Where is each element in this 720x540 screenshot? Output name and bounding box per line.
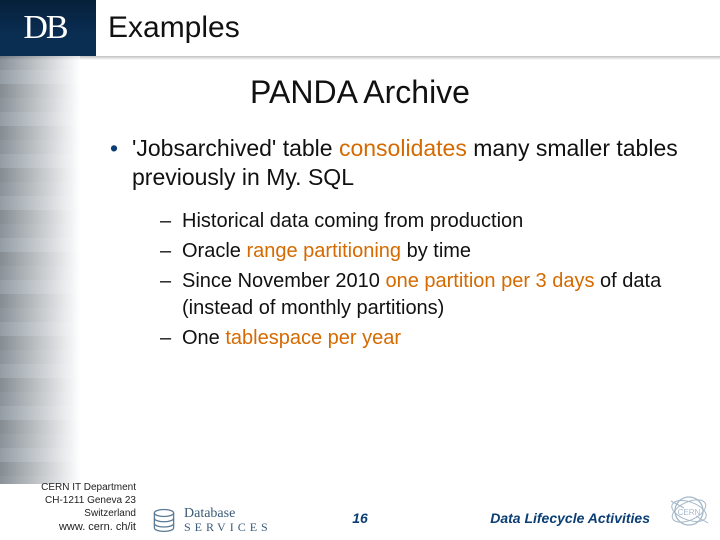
cern-logo-icon: CERN: [668, 490, 710, 532]
sub-text-pre: One: [182, 327, 225, 349]
sub-bullet-list: Historical data coming from production O…: [160, 208, 690, 352]
dbserv-line2: SERVICES: [184, 521, 272, 533]
address-line: CH-1211 Geneva 23: [6, 494, 136, 507]
db-logo: DB: [0, 0, 90, 56]
address-line: Switzerland: [6, 507, 136, 520]
sub-text: Historical data coming from production: [182, 210, 523, 232]
server-rack-photo: [0, 56, 80, 484]
sub-text-accent: tablespace per year: [225, 327, 401, 349]
dbserv-line1: Database: [184, 507, 272, 521]
address-url: www. cern. ch/it: [6, 520, 136, 534]
slide-topic: Examples: [96, 0, 720, 56]
bullet-list: 'Jobsarchived' table consolidates many s…: [110, 134, 690, 355]
it-text: IT: [690, 2, 712, 27]
sub-text-post: by time: [401, 240, 471, 262]
department-text: Department: [639, 28, 712, 43]
address-block: CERN IT Department CH-1211 Geneva 23 Swi…: [6, 481, 136, 534]
footer: CERN IT Department CH-1211 Geneva 23 Swi…: [0, 484, 720, 540]
sub-text-accent: range partitioning: [246, 240, 401, 262]
cern-it-logo: CERNIT Department: [639, 4, 712, 43]
svg-text:CERN: CERN: [678, 508, 701, 517]
deck-title: Data Lifecycle Activities: [490, 510, 650, 526]
database-icon: [150, 506, 178, 534]
bullet-text-pre: 'Jobsarchived' table: [132, 135, 339, 161]
address-line: CERN IT Department: [6, 481, 136, 494]
list-item: Historical data coming from production: [160, 208, 690, 235]
sub-text-accent: one partition per 3 days: [385, 270, 594, 292]
list-item: 'Jobsarchived' table consolidates many s…: [110, 134, 690, 352]
bullet-text-accent: consolidates: [339, 135, 467, 161]
header-bar: DB Examples CERNIT Department: [0, 0, 720, 56]
cern-text: CERN: [658, 14, 690, 25]
page-title: PANDA Archive: [0, 74, 720, 111]
page-number: 16: [352, 510, 368, 526]
sub-text-pre: Oracle: [182, 240, 246, 262]
list-item: Oracle range partitioning by time: [160, 238, 690, 265]
sub-text-pre: Since November 2010: [182, 270, 385, 292]
database-services-logo: Database SERVICES: [150, 506, 272, 534]
list-item: One tablespace per year: [160, 325, 690, 352]
slide-body: PANDA Archive 'Jobsarchived' table conso…: [0, 56, 720, 484]
list-item: Since November 2010 one partition per 3 …: [160, 268, 690, 322]
